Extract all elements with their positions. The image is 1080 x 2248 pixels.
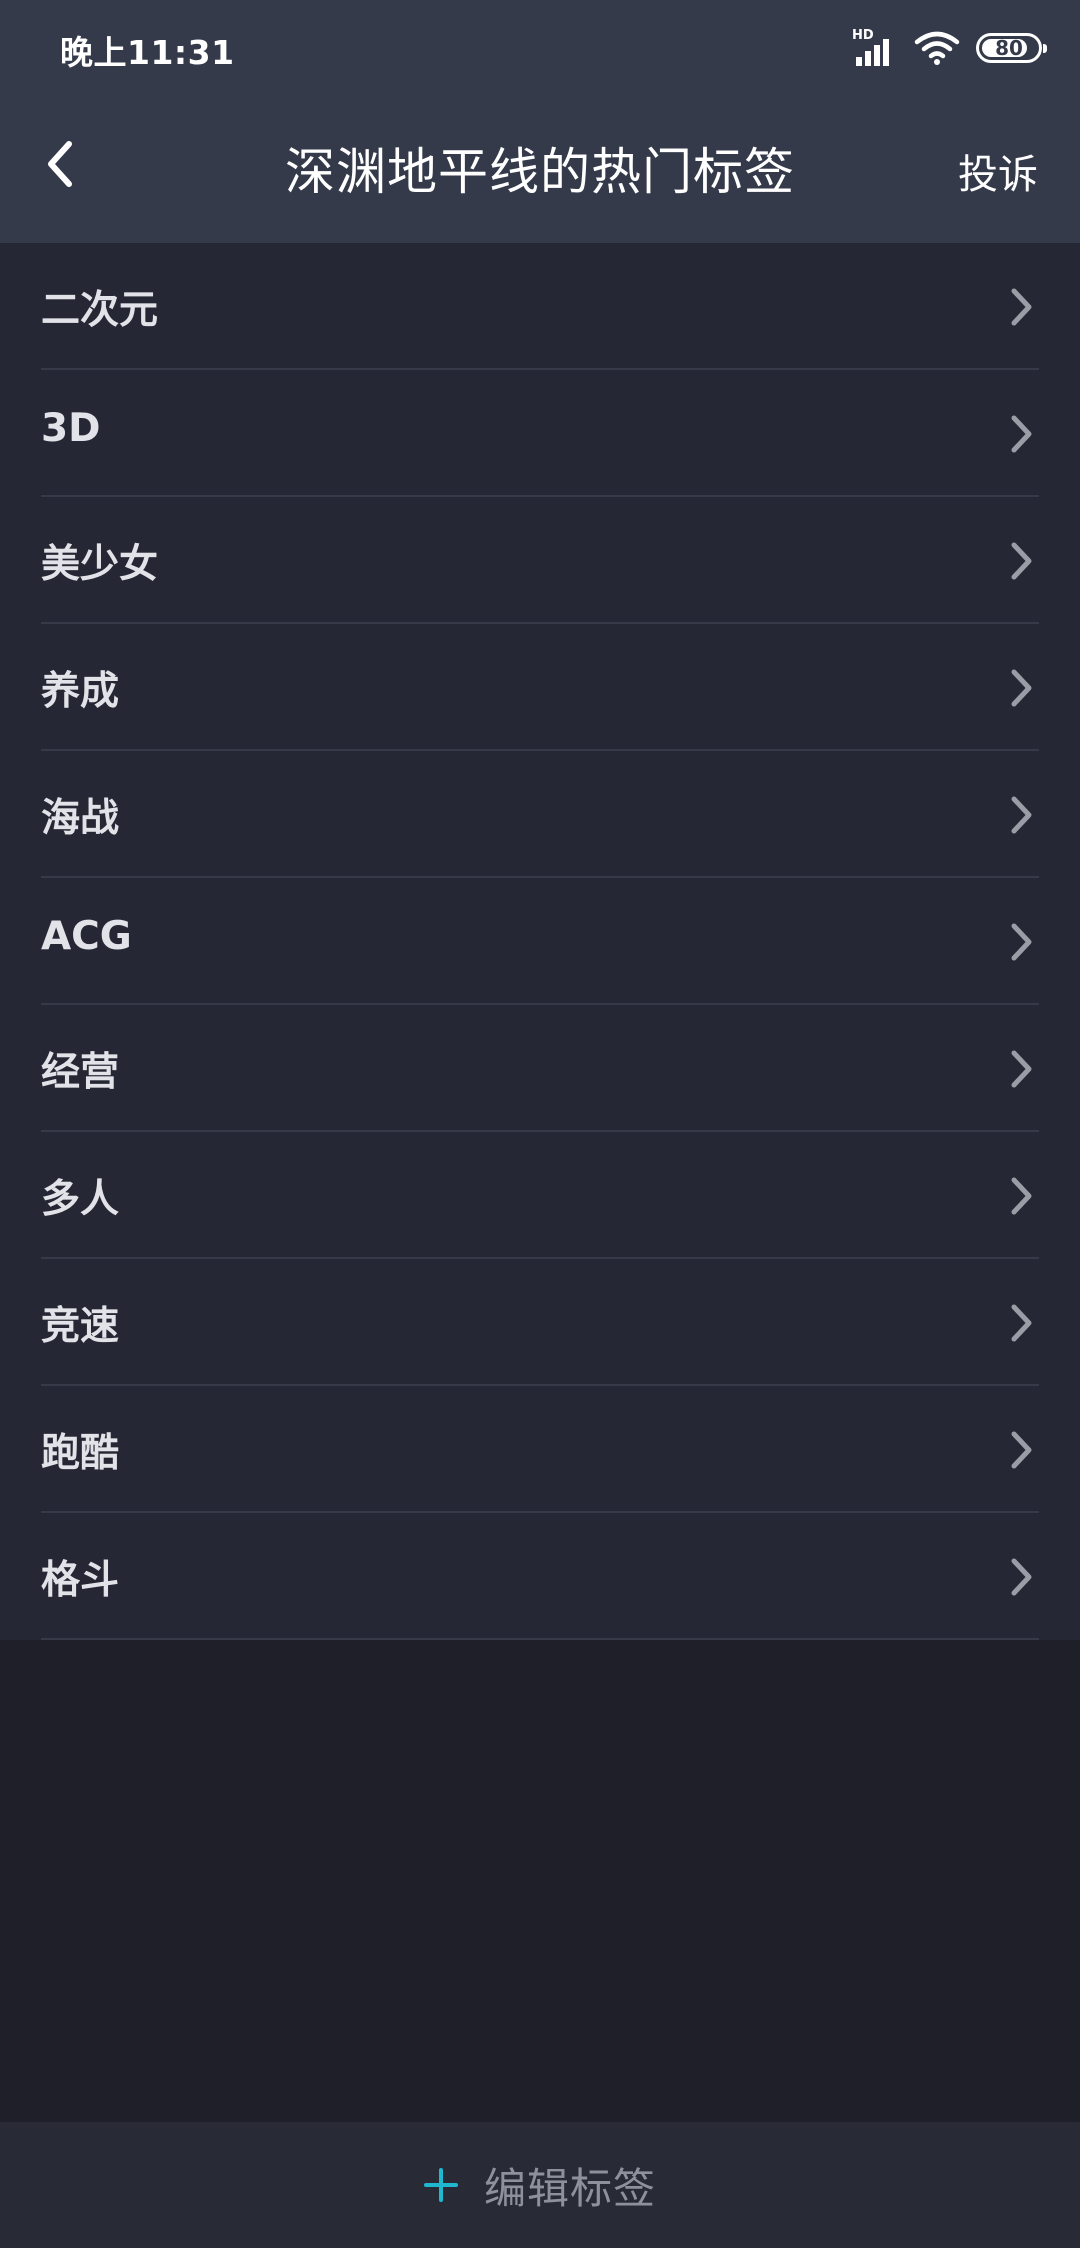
chevron-right-icon [1011,796,1032,834]
tag-item[interactable]: 养成 [0,624,1080,751]
tag-item[interactable]: 二次元 [0,243,1080,370]
plus-icon [423,2168,458,2202]
tag-label: 3D [41,406,101,451]
chevron-right-icon [1011,669,1032,707]
chevron-right-icon [1011,1177,1032,1215]
nav-bar: 深渊地平线的热门标签 投诉 [0,96,1080,243]
tag-label: 美少女 [41,542,159,587]
tag-label: 二次元 [41,288,159,333]
chevron-right-icon [1011,923,1032,961]
chevron-right-icon [1011,1431,1032,1469]
chevron-right-icon [1011,1050,1032,1088]
chevron-right-icon [1011,542,1032,580]
bottom-bar: 编辑标签 [0,2122,1080,2248]
edit-tags-button[interactable]: 编辑标签 [423,2155,656,2216]
wifi-icon [914,31,960,65]
chevron-right-icon [1011,288,1032,326]
tag-item[interactable]: 竞速 [0,1259,1080,1386]
tag-item[interactable]: 跑酷 [0,1386,1080,1513]
tag-label: 跑酷 [41,1431,120,1476]
tag-item[interactable]: 多人 [0,1132,1080,1259]
edit-tags-label: 编辑标签 [483,2163,656,2213]
tag-item[interactable]: ACG [0,878,1080,1005]
signal-icon: HD [852,28,898,66]
divider [41,1638,1039,1640]
tag-item[interactable]: 美少女 [0,497,1080,624]
tag-label: ACG [41,914,132,959]
chevron-right-icon [1011,1558,1032,1596]
status-icons: HD 80 [852,28,1047,68]
page-title: 深渊地平线的热门标签 [285,143,795,201]
chevron-left-icon [48,141,72,187]
status-time: 晚上11:31 [60,33,235,72]
status-bar: 晚上11:31 HD 80 [0,0,1080,96]
tag-label: 格斗 [41,1558,120,1603]
tag-list: 二次元 3D 美少女 养成 海战 ACG 经营 多人 竞速 跑酷 格斗 [0,243,1080,1640]
tag-label: 竞速 [41,1304,120,1349]
tag-label: 海战 [41,796,120,841]
tag-item[interactable]: 经营 [0,1005,1080,1132]
tag-item[interactable]: 海战 [0,751,1080,878]
back-button[interactable] [30,134,90,194]
tag-item[interactable]: 3D [0,370,1080,497]
battery-level: 80 [995,36,1023,60]
header: 晚上11:31 HD 80 深渊地平线的热门标签 投诉 [0,0,1080,243]
tag-item[interactable]: 格斗 [0,1513,1080,1640]
chevron-right-icon [1011,1304,1032,1342]
tag-label: 经营 [41,1050,120,1095]
battery-icon: 80 [976,33,1047,63]
tag-label: 养成 [41,669,120,714]
chevron-right-icon [1011,415,1032,453]
complain-button[interactable]: 投诉 [958,142,1038,200]
tag-label: 多人 [41,1177,120,1222]
